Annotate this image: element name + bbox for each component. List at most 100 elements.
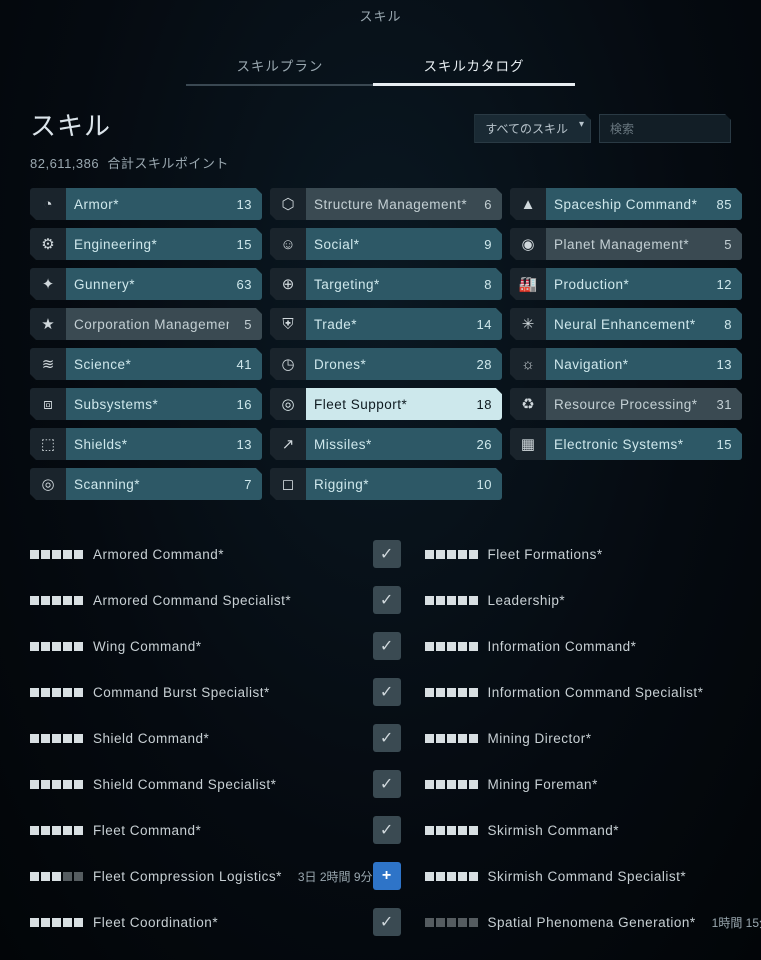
category-trade[interactable]: ⛨Trade*14 bbox=[270, 308, 502, 340]
category-rigging[interactable]: ◻Rigging*10 bbox=[270, 468, 502, 500]
category-label: Spaceship Command* bbox=[554, 197, 697, 212]
check-button[interactable]: ✓ bbox=[373, 540, 401, 568]
skill-level-pips bbox=[425, 734, 478, 743]
category-gunnery[interactable]: ✦Gunnery*63 bbox=[30, 268, 262, 300]
skill-row[interactable]: Skirmish Command*✓ bbox=[425, 816, 761, 844]
category-label: Targeting* bbox=[314, 277, 380, 292]
category-armor[interactable]: ◔Armor*13 bbox=[30, 188, 262, 220]
category-count: 6 bbox=[480, 197, 492, 212]
skill-row[interactable]: Mining Director*✓ bbox=[425, 724, 761, 752]
category-scanning[interactable]: ◎Scanning*7 bbox=[30, 468, 262, 500]
search-input[interactable] bbox=[599, 114, 731, 143]
category-electronic[interactable]: ▦Electronic Systems*15 bbox=[510, 428, 742, 460]
category-label: Armor* bbox=[74, 197, 119, 212]
check-button[interactable]: ✓ bbox=[373, 770, 401, 798]
skill-row[interactable]: Spatial Phenomena Generation*1時間 15分🗑 bbox=[425, 908, 761, 936]
skill-level-pips bbox=[425, 642, 478, 651]
category-navigation[interactable]: ☼Navigation*13 bbox=[510, 348, 742, 380]
skill-name: Leadership* bbox=[488, 593, 566, 608]
skill-level-pips bbox=[30, 642, 83, 651]
category-label: Planet Management* bbox=[554, 237, 689, 252]
category-resource[interactable]: ♻Resource Processing*31 bbox=[510, 388, 742, 420]
category-science[interactable]: ≋Science*41 bbox=[30, 348, 262, 380]
category-label: Social* bbox=[314, 237, 360, 252]
drones-icon: ◷ bbox=[270, 348, 306, 380]
category-planet[interactable]: ◉ Planet Management* 5 bbox=[510, 228, 742, 260]
skill-name: Fleet Formations* bbox=[488, 547, 603, 562]
fleet-icon: ◎ bbox=[270, 388, 306, 420]
add-button[interactable]: + bbox=[373, 862, 401, 890]
skill-row[interactable]: Fleet Command* ✓ bbox=[30, 816, 401, 844]
category-count: 8 bbox=[480, 277, 492, 292]
filter-dropdown[interactable]: すべてのスキル bbox=[474, 114, 591, 143]
category-label: Missiles* bbox=[314, 437, 372, 452]
skill-name: Armored Command* bbox=[93, 547, 224, 562]
skill-row[interactable]: Armored Command Specialist*✓ bbox=[30, 586, 401, 614]
category-targeting[interactable]: ⊕Targeting*8 bbox=[270, 268, 502, 300]
category-ship[interactable]: ▲Spaceship Command*85 bbox=[510, 188, 742, 220]
total-skill-points: 82,611,386 合計スキルポイント bbox=[0, 147, 761, 188]
skill-name: Shield Command* bbox=[93, 731, 209, 746]
skill-row[interactable]: Armored Command* ✓ bbox=[30, 540, 401, 568]
category-count: 63 bbox=[233, 277, 252, 292]
skill-row[interactable]: Skirmish Command Specialist*✓ bbox=[425, 862, 761, 890]
skill-row[interactable]: Fleet Formations*✓ bbox=[425, 540, 761, 568]
check-button[interactable]: ✓ bbox=[373, 586, 401, 614]
tab-skill-catalog[interactable]: スキルカタログ bbox=[373, 45, 574, 86]
check-button[interactable]: ✓ bbox=[373, 724, 401, 752]
skill-row[interactable]: Wing Command* ✓ bbox=[30, 632, 401, 660]
skill-row[interactable]: Mining Foreman*✓ bbox=[425, 770, 761, 798]
category-label: Corporation Management* bbox=[74, 317, 229, 332]
category-label: Engineering* bbox=[74, 237, 157, 252]
category-structure[interactable]: ⬡Structure Management*6 bbox=[270, 188, 502, 220]
category-subsystems[interactable]: ⧈Subsystems*16 bbox=[30, 388, 262, 420]
skill-time: 3日 2時間 9分 bbox=[298, 868, 373, 885]
check-button[interactable]: ✓ bbox=[373, 678, 401, 706]
skill-row[interactable]: Fleet Coordination*✓ bbox=[30, 908, 401, 936]
shields-icon: ⬚ bbox=[30, 428, 66, 460]
category-label: Gunnery* bbox=[74, 277, 135, 292]
category-count: 5 bbox=[240, 317, 252, 332]
skill-row[interactable]: Information Command Specialist*✓ bbox=[425, 678, 761, 706]
category-production[interactable]: 🏭Production*12 bbox=[510, 268, 742, 300]
category-shields[interactable]: ⬚Shields*13 bbox=[30, 428, 262, 460]
category-fleet[interactable]: ◎Fleet Support*18 bbox=[270, 388, 502, 420]
category-label: Science* bbox=[74, 357, 131, 372]
planet-icon: ◉ bbox=[510, 228, 546, 260]
skill-name: Command Burst Specialist* bbox=[93, 685, 270, 700]
category-engineering[interactable]: ⚙Engineering*15 bbox=[30, 228, 262, 260]
skill-level-pips bbox=[30, 826, 83, 835]
skill-row[interactable]: Fleet Compression Logistics* 3日 2時間 9分+ bbox=[30, 862, 401, 890]
resource-icon: ♻ bbox=[510, 388, 546, 420]
skill-row[interactable]: Shield Command Specialist*✓ bbox=[30, 770, 401, 798]
missiles-icon: ↗ bbox=[270, 428, 306, 460]
tab-skill-plan[interactable]: スキルプラン bbox=[186, 45, 373, 86]
navigation-icon: ☼ bbox=[510, 348, 546, 380]
category-label: Rigging* bbox=[314, 477, 369, 492]
check-button[interactable]: ✓ bbox=[373, 816, 401, 844]
skill-row[interactable]: Shield Command* ✓ bbox=[30, 724, 401, 752]
category-missiles[interactable]: ↗Missiles*26 bbox=[270, 428, 502, 460]
skill-name: Skirmish Command* bbox=[488, 823, 620, 838]
skill-level-pips bbox=[425, 918, 478, 927]
check-button[interactable]: ✓ bbox=[373, 908, 401, 936]
structure-icon: ⬡ bbox=[270, 188, 306, 220]
category-label: Fleet Support* bbox=[314, 397, 407, 412]
check-button[interactable]: ✓ bbox=[373, 632, 401, 660]
category-neural[interactable]: ✳Neural Enhancement*8 bbox=[510, 308, 742, 340]
category-drones[interactable]: ◷Drones*28 bbox=[270, 348, 502, 380]
category-corp[interactable]: ★Corporation Management*5 bbox=[30, 308, 262, 340]
skill-name: Information Command Specialist* bbox=[488, 685, 704, 700]
category-social[interactable]: ☺Social*9 bbox=[270, 228, 502, 260]
skill-row[interactable]: Information Command*✓ bbox=[425, 632, 761, 660]
skill-name: Fleet Command* bbox=[93, 823, 201, 838]
skill-row[interactable]: Leadership*✓ bbox=[425, 586, 761, 614]
skill-name: Wing Command* bbox=[93, 639, 202, 654]
skill-name: Mining Foreman* bbox=[488, 777, 598, 792]
skill-row[interactable]: Command Burst Specialist* ✓ bbox=[30, 678, 401, 706]
skill-level-pips bbox=[30, 780, 83, 789]
skill-level-pips bbox=[425, 872, 478, 881]
skill-name: Fleet Compression Logistics* bbox=[93, 869, 282, 884]
category-count: 5 bbox=[720, 237, 732, 252]
category-count: 13 bbox=[713, 357, 732, 372]
